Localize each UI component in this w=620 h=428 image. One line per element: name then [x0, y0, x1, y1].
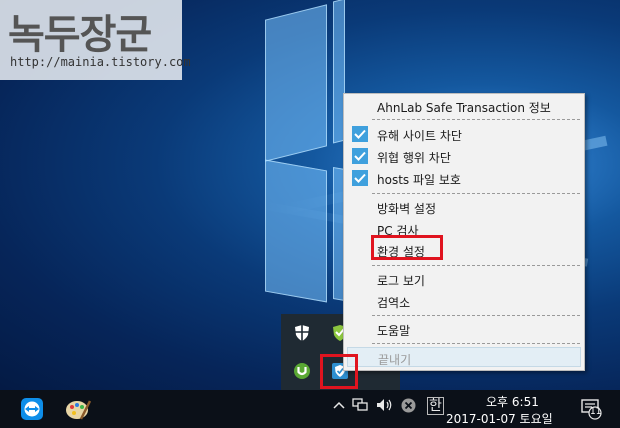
show-hidden-icons-icon[interactable]: [333, 399, 345, 413]
menu-item-label: 로그 보기: [377, 274, 425, 288]
volume-icon[interactable]: [376, 398, 394, 415]
paint-icon[interactable]: [62, 394, 94, 424]
action-center-icon[interactable]: 11: [580, 398, 602, 423]
highlight-box-tray-icon: [320, 354, 358, 389]
menu-item-help[interactable]: 도움말: [344, 319, 584, 339]
utorrent-icon[interactable]: [291, 360, 313, 382]
menu-item-label: 도움말: [377, 324, 411, 338]
windows-logo-pane: [265, 159, 327, 303]
clock-time[interactable]: 오후 6:51: [486, 393, 539, 410]
menu-item-label: 유해 사이트 차단: [377, 129, 462, 143]
taskbar: 한 오후 6:51 2017-01-07 토요일 11: [0, 390, 620, 428]
status-close-icon[interactable]: [401, 398, 416, 416]
menu-separator: [372, 265, 580, 266]
context-menu: AhnLab Safe Transaction 정보 유해 사이트 차단 위협 …: [343, 93, 585, 371]
checkmark-icon: [352, 170, 368, 186]
windows-logo-pane: [265, 4, 327, 162]
watermark-title: 녹두장군: [8, 12, 152, 58]
menu-item-label: hosts 파일 보호: [377, 173, 461, 187]
network-icon[interactable]: [352, 398, 368, 415]
menu-item-firewall-settings[interactable]: 방화벽 설정: [344, 197, 584, 217]
checkmark-icon: [352, 126, 368, 142]
notification-count: 11: [590, 407, 602, 417]
menu-item-quarantine[interactable]: 검역소: [344, 291, 584, 311]
ime-indicator[interactable]: 한: [427, 397, 444, 415]
menu-item-label: AhnLab Safe Transaction 정보: [377, 101, 551, 115]
watermark: 녹두장군 http://mainia.tistory.com: [0, 0, 191, 80]
menu-item-label: 검역소: [377, 296, 411, 310]
menu-item-exit[interactable]: 끝내기: [347, 347, 581, 367]
menu-separator: [372, 119, 580, 120]
highlight-box-preferences: [371, 235, 443, 260]
menu-item-view-log[interactable]: 로그 보기: [344, 269, 584, 289]
menu-item-hosts-protection[interactable]: hosts 파일 보호: [344, 168, 584, 188]
menu-separator: [372, 193, 580, 194]
menu-item-label: 위협 행위 차단: [377, 151, 451, 165]
watermark-url: http://mainia.tistory.com: [10, 55, 191, 69]
menu-item-about[interactable]: AhnLab Safe Transaction 정보: [344, 96, 584, 116]
defender-icon[interactable]: [291, 322, 313, 344]
menu-item-label: 방화벽 설정: [377, 202, 437, 216]
menu-item-block-harmful-sites[interactable]: 유해 사이트 차단: [344, 124, 584, 144]
menu-separator: [372, 315, 580, 316]
teamviewer-icon[interactable]: [16, 394, 48, 424]
checkmark-icon: [352, 148, 368, 164]
menu-item-label: 끝내기: [378, 353, 412, 367]
menu-separator: [372, 343, 580, 344]
menu-item-block-threats[interactable]: 위협 행위 차단: [344, 146, 584, 166]
clock-date[interactable]: 2017-01-07 토요일: [446, 410, 553, 427]
